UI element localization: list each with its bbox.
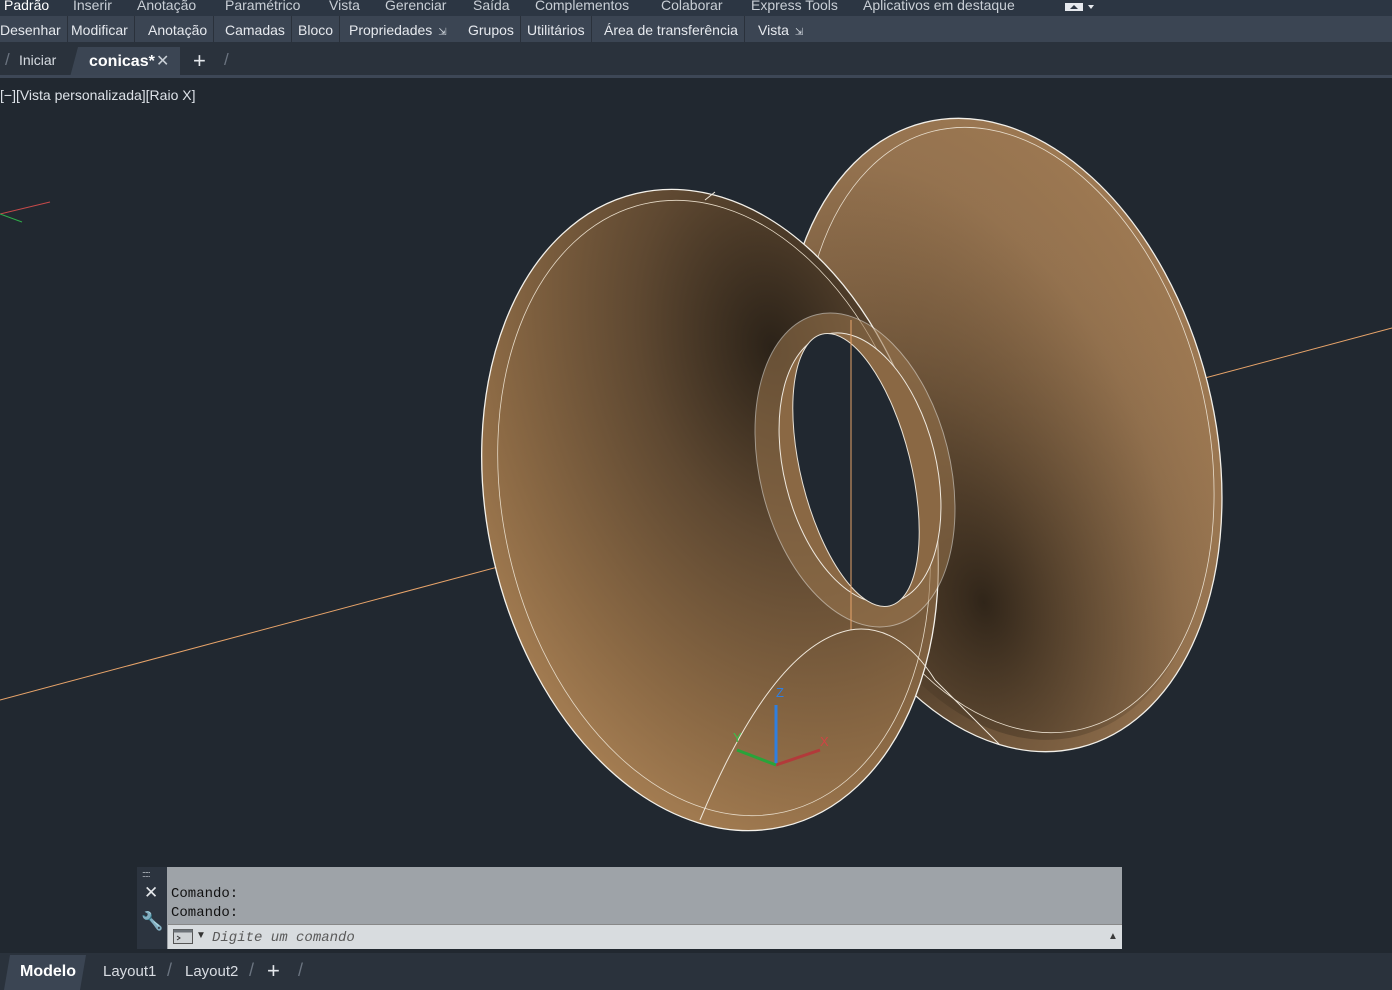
- terminal-icon[interactable]: [173, 929, 193, 944]
- tab-layout1[interactable]: Layout1: [103, 963, 156, 980]
- view-axis-icon: [0, 201, 51, 223]
- command-line-grip[interactable]: ::::: ✕ 🔧: [137, 867, 167, 949]
- plus-icon[interactable]: +: [267, 958, 280, 984]
- command-history-line: Comando:: [171, 905, 239, 921]
- svg-text:Z: Z: [776, 685, 784, 700]
- chevron-down-icon[interactable]: ▼: [196, 930, 206, 941]
- tab-layout2[interactable]: Layout2: [185, 963, 238, 980]
- tab-separator: /: [298, 960, 304, 980]
- command-input[interactable]: [210, 927, 1094, 949]
- command-history-line: Comando:: [171, 886, 239, 902]
- svg-text:X: X: [820, 734, 829, 749]
- command-line-panel: ::::: ✕ 🔧 Comando: Comando: ▼ ▲: [137, 867, 1122, 949]
- svg-text:Y: Y: [733, 730, 742, 745]
- command-history: Comando: Comando:: [171, 885, 238, 923]
- layout-tab-bar: Layout1 Layout2: [0, 953, 1392, 990]
- close-icon[interactable]: ✕: [144, 883, 158, 903]
- wrench-icon[interactable]: 🔧: [141, 911, 163, 932]
- chevron-up-icon[interactable]: ▲: [1108, 931, 1118, 942]
- tab-separator: /: [167, 960, 173, 980]
- drawing-viewport[interactable]: Z X Y: [0, 0, 1392, 990]
- command-input-bar: ▼ ▲: [168, 924, 1122, 949]
- tab-separator: /: [249, 960, 255, 980]
- drag-handle-icon[interactable]: :::::: [142, 869, 150, 879]
- tab-modelo[interactable]: Modelo: [20, 963, 76, 981]
